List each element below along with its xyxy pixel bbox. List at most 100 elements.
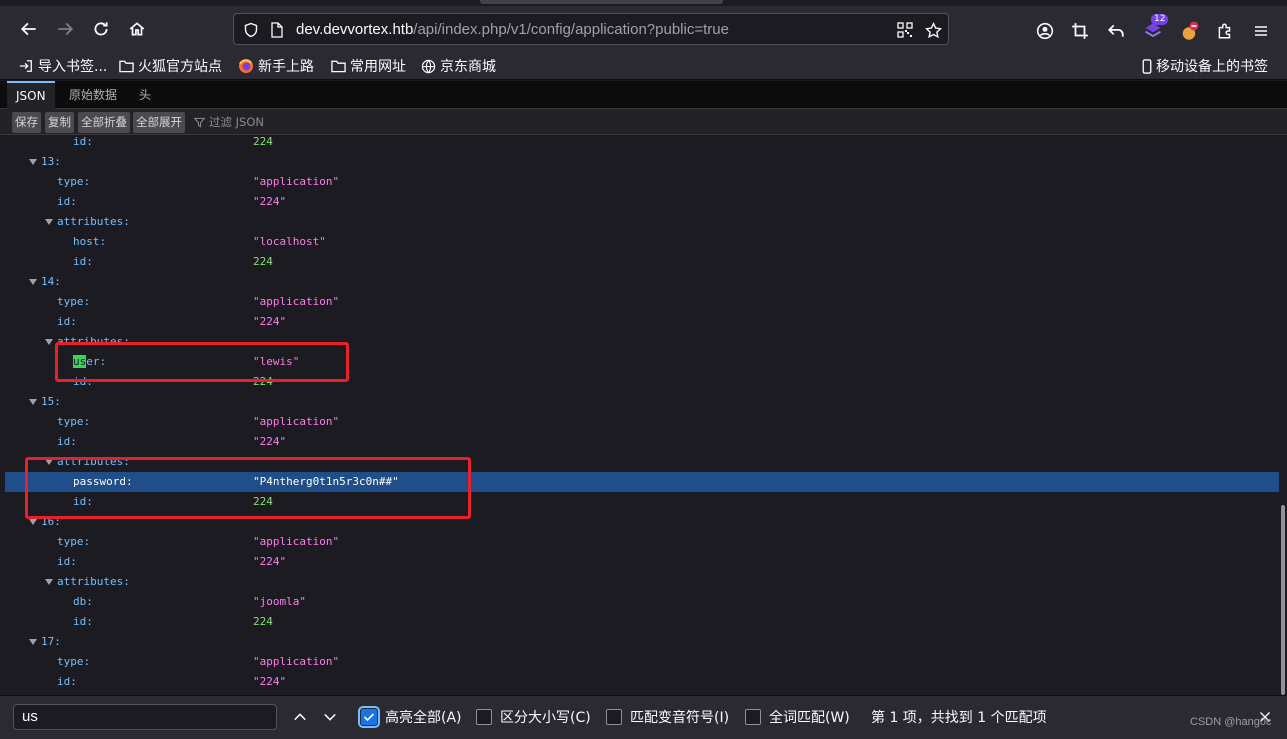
url-text[interactable]: dev.devvortex.htb/api/index.php/v1/confi…: [296, 20, 729, 40]
bookmark-label: 京东商城: [440, 59, 496, 75]
expand-triangle-icon[interactable]: [45, 219, 53, 225]
home-button[interactable]: [122, 14, 152, 44]
bookmark-getting-started[interactable]: 新手上路: [238, 56, 314, 76]
expand-triangle-icon[interactable]: [45, 459, 53, 465]
json-row[interactable]: id: 224: [5, 372, 1282, 392]
json-row[interactable]: id: "224": [5, 192, 1282, 212]
screenshot-crop-icon[interactable]: [1069, 20, 1091, 42]
folder-icon: [118, 58, 134, 74]
copy-button[interactable]: 复制: [45, 112, 74, 133]
tracking-shield-icon[interactable]: [242, 21, 260, 39]
json-row[interactable]: password: "P4ntherg0t1n5r3c0n##": [5, 472, 1282, 492]
forward-button[interactable]: [50, 14, 80, 44]
json-row[interactable]: id: 224: [5, 252, 1282, 272]
forward-arrow-icon: [58, 22, 74, 36]
home-icon: [129, 22, 145, 36]
checkbox-unchecked[interactable]: [606, 709, 622, 725]
json-viewer-tabs: JSON 原始数据 头: [0, 81, 1287, 109]
highlight-all-checkbox[interactable]: 高亮全部(A): [358, 706, 462, 728]
expand-triangle-icon[interactable]: [29, 279, 37, 285]
tab-raw-data[interactable]: 原始数据: [60, 81, 126, 109]
whole-words-checkbox[interactable]: 全词匹配(W): [745, 707, 850, 727]
json-row[interactable]: id: "224": [5, 312, 1282, 332]
json-key: 17:: [41, 635, 61, 648]
find-input[interactable]: us: [13, 704, 277, 730]
json-row[interactable]: id: 224: [5, 492, 1282, 512]
json-value: 224: [253, 615, 273, 628]
json-row[interactable]: attributes:: [5, 572, 1282, 592]
json-row[interactable]: type: "application": [5, 172, 1282, 192]
json-row[interactable]: type: "application": [5, 652, 1282, 672]
expand-triangle-icon[interactable]: [29, 639, 37, 645]
match-diacritics-checkbox[interactable]: 匹配变音符号(I): [606, 707, 729, 727]
json-row[interactable]: user: "lewis": [5, 352, 1282, 372]
json-row[interactable]: type: "application": [5, 412, 1282, 432]
expand-triangle-icon[interactable]: [29, 159, 37, 165]
tab-headers[interactable]: 头: [130, 81, 160, 109]
reload-button[interactable]: [86, 14, 116, 44]
bookmark-firefox-official[interactable]: 火狐官方站点: [118, 56, 222, 76]
active-tab[interactable]: [480, 0, 723, 4]
scrollbar-thumb[interactable]: [1281, 505, 1285, 695]
json-value: 224: [253, 375, 273, 388]
qr-code-icon[interactable]: [896, 21, 914, 39]
mobile-bookmarks[interactable]: 移动设备上的书签: [1141, 56, 1268, 76]
json-row[interactable]: attributes:: [5, 212, 1282, 232]
bookmark-import[interactable]: 导入书签...: [18, 56, 107, 76]
find-next-button[interactable]: [319, 706, 341, 728]
json-key: type:: [57, 295, 91, 308]
expand-triangle-icon[interactable]: [45, 339, 53, 345]
json-row[interactable]: id: "224": [5, 432, 1282, 452]
account-icon[interactable]: [1034, 20, 1056, 42]
json-key: id:: [57, 195, 77, 208]
mobile-device-icon: [1141, 58, 1152, 74]
json-row[interactable]: 17:: [5, 632, 1282, 652]
collapse-all-button[interactable]: 全部折叠: [78, 112, 130, 133]
json-row[interactable]: 15:: [5, 392, 1282, 412]
expand-triangle-icon[interactable]: [29, 399, 37, 405]
json-row[interactable]: id: 224: [5, 135, 1282, 152]
json-row[interactable]: attributes:: [5, 452, 1282, 472]
filter-json-input[interactable]: 过滤 JSON: [194, 113, 264, 131]
hamburger-menu-icon[interactable]: [1250, 20, 1272, 42]
url-bar[interactable]: dev.devvortex.htb/api/index.php/v1/confi…: [233, 13, 949, 45]
json-row[interactable]: db: "joomla": [5, 592, 1282, 612]
find-previous-button[interactable]: [289, 706, 311, 728]
checkbox-unchecked[interactable]: [745, 709, 761, 725]
json-row[interactable]: 13:: [5, 152, 1282, 172]
page-info-icon[interactable]: [268, 21, 286, 39]
json-key: type:: [57, 415, 91, 428]
match-case-checkbox[interactable]: 区分大小写(C): [476, 707, 591, 727]
checkbox-checked[interactable]: [358, 706, 380, 728]
bookmark-jd-mall[interactable]: 京东商城: [420, 56, 496, 76]
json-value: "224": [253, 195, 287, 208]
json-row[interactable]: type: "application": [5, 292, 1282, 312]
url-host: dev.devvortex.htb: [296, 21, 414, 38]
json-row[interactable]: type: "application": [5, 532, 1282, 552]
expand-triangle-icon[interactable]: [29, 519, 37, 525]
json-row[interactable]: 14:: [5, 272, 1282, 292]
json-row[interactable]: id: 224: [5, 612, 1282, 632]
json-row[interactable]: attributes:: [5, 332, 1282, 352]
json-row[interactable]: id: "224": [5, 552, 1282, 572]
json-row[interactable]: host: "localhost": [5, 232, 1282, 252]
mobile-bookmarks-label: 移动设备上的书签: [1156, 59, 1268, 75]
tab-json[interactable]: JSON: [7, 81, 55, 109]
blocker-extension-icon[interactable]: [1178, 20, 1200, 42]
extension-badge-icon[interactable]: 12: [1142, 14, 1169, 42]
checkbox-unchecked[interactable]: [476, 709, 492, 725]
back-button[interactable]: [14, 14, 44, 44]
extensions-puzzle-icon[interactable]: [1214, 20, 1236, 42]
json-key: 14:: [41, 275, 61, 288]
json-row[interactable]: 16:: [5, 512, 1282, 532]
bookmark-star-icon[interactable]: [924, 21, 942, 39]
json-row[interactable]: id: "224": [5, 672, 1282, 692]
bookmark-common-sites[interactable]: 常用网址: [330, 56, 406, 76]
undo-arrow-icon[interactable]: [1105, 20, 1127, 42]
expand-all-button[interactable]: 全部展开: [133, 112, 185, 133]
expand-triangle-icon[interactable]: [45, 579, 53, 585]
json-value: "application": [253, 535, 340, 548]
vertical-scrollbar[interactable]: [1279, 135, 1287, 695]
save-button[interactable]: 保存: [12, 112, 41, 133]
find-match-highlight: us: [73, 355, 87, 368]
